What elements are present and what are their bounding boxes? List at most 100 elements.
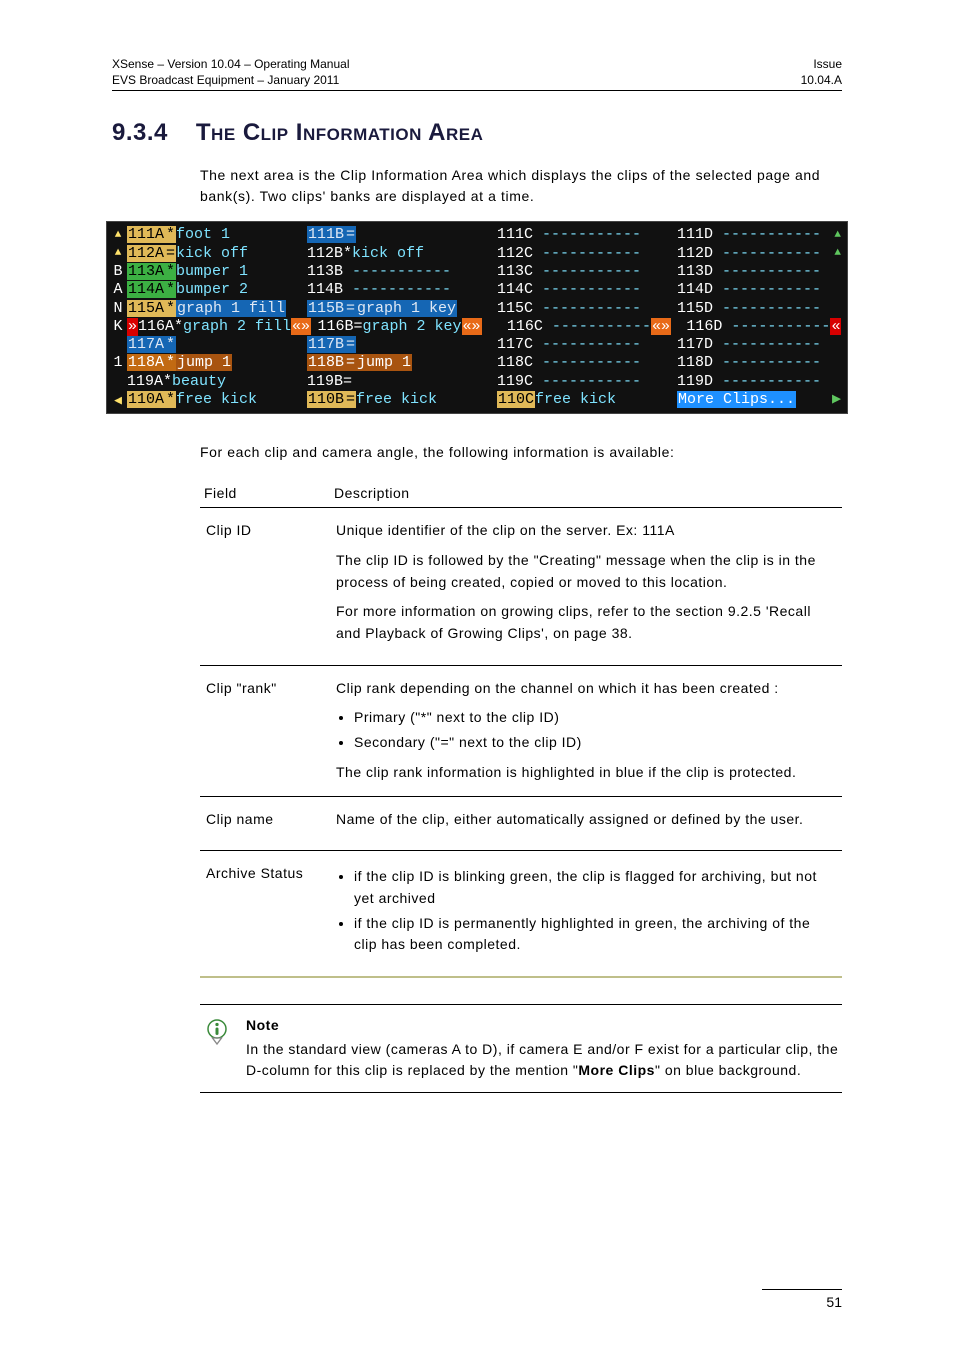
clip-id: 117C — [497, 336, 533, 353]
clip-cell-C[interactable]: 119C ----------- — [497, 373, 677, 391]
clip-cell-D[interactable]: 117D ----------- — [677, 336, 841, 354]
clip-marker-icon: « — [830, 318, 841, 335]
clip-cell-C[interactable]: 118C ----------- — [497, 354, 677, 372]
clip-cell-D[interactable]: 111D ----------- — [677, 226, 823, 244]
clip-cell-C[interactable]: 113C ----------- — [497, 263, 677, 281]
clip-cell-B[interactable]: 110B=free kick — [307, 391, 497, 409]
description-paragraph: The clip rank information is highlighted… — [336, 762, 836, 784]
clip-cell-B[interactable]: 116B=graph 2 key«» — [317, 318, 506, 336]
clip-cell-B[interactable]: 115B=graph 1 key — [307, 300, 497, 318]
empty-dashes: ----------- — [533, 281, 641, 298]
clip-cell-D[interactable]: 113D ----------- — [677, 263, 841, 281]
row-nav-icon[interactable]: ▲ — [823, 226, 841, 244]
clip-cell-D[interactable]: 119D ----------- — [677, 373, 841, 391]
row-nav-icon[interactable]: ▲ — [823, 245, 841, 263]
clip-cell-C[interactable]: 115C ----------- — [497, 300, 677, 318]
page-header: XSense – Version 10.04 – Operating Manua… — [112, 56, 842, 91]
clip-row: B113A*bumper 1113B -----------113C -----… — [109, 263, 841, 281]
clip-name: free kick — [176, 391, 257, 408]
clip-cell-A[interactable]: 119A*beauty — [127, 373, 307, 391]
clip-name: bumper 2 — [176, 281, 248, 298]
header-right: Issue 10.04.A — [801, 56, 842, 88]
clip-id: 118C — [497, 354, 533, 371]
clip-name: beauty — [172, 373, 226, 390]
clip-rank: = — [345, 391, 356, 408]
clip-cell-B[interactable]: 112B*kick off — [307, 245, 497, 263]
info-icon — [202, 1017, 232, 1047]
clip-cell-C[interactable]: 112C ----------- — [497, 245, 677, 263]
clip-cell-C[interactable]: 111C ----------- — [497, 226, 677, 244]
clip-cell-A[interactable]: 116A*graph 2 fill«» — [138, 318, 317, 336]
clip-cell-D[interactable]: More Clips... — [677, 391, 823, 409]
clip-cell-B[interactable]: 114B ----------- — [307, 281, 497, 299]
clip-cell-B[interactable]: 119B= — [307, 373, 497, 391]
empty-dashes: ----------- — [713, 354, 821, 371]
clip-name: jump 1 — [176, 354, 232, 371]
clip-cell-B[interactable]: 118B=jump 1 — [307, 354, 497, 372]
col-header-field: Field — [200, 477, 330, 508]
description-paragraph: The clip ID is followed by the "Creating… — [336, 550, 836, 593]
clip-id: 116D — [686, 318, 722, 335]
product-title: XSense – Version 10.04 – Operating Manua… — [112, 56, 350, 72]
clip-cell-C[interactable]: 110Cfree kick — [497, 391, 677, 409]
clip-id: 117A — [127, 336, 165, 353]
row-gutter-icon: ◀ — [109, 391, 127, 409]
clip-name: kick off — [352, 245, 424, 262]
bullet-list: if the clip ID is blinking green, the cl… — [336, 866, 836, 956]
clip-row: K»116A*graph 2 fill«»116B=graph 2 key«»1… — [109, 318, 841, 336]
note-text: Note In the standard view (cameras A to … — [246, 1015, 842, 1082]
list-item: Secondary ("=" next to the clip ID) — [354, 732, 836, 754]
clip-cell-C[interactable]: 114C ----------- — [497, 281, 677, 299]
clip-cell-B[interactable]: 117B= — [307, 336, 497, 354]
field-name: Clip ID — [200, 508, 330, 665]
row-nav-icon[interactable]: ▶ — [823, 391, 841, 409]
empty-dashes: ----------- — [343, 281, 451, 298]
clip-cell-D[interactable]: 118D ----------- — [677, 354, 841, 372]
clip-id: 116A — [138, 318, 174, 335]
clip-row: A114A*bumper 2114B -----------114C -----… — [109, 281, 841, 299]
clip-id: 112A — [127, 245, 165, 262]
clip-cell-B[interactable]: 113B ----------- — [307, 263, 497, 281]
table-row: Clip "rank"Clip rank depending on the ch… — [200, 665, 842, 796]
company-date: EVS Broadcast Equipment – January 2011 — [112, 72, 350, 88]
clip-cell-A[interactable]: 117A* — [127, 336, 307, 354]
clip-cell-A[interactable]: 115A*graph 1 fill — [127, 300, 307, 318]
clip-rank: * — [165, 391, 176, 408]
clip-name: graph 2 fill — [183, 318, 291, 335]
fields-table: Field Description Clip IDUnique identifi… — [200, 477, 842, 976]
clip-rank: = — [345, 300, 356, 317]
empty-dashes: ----------- — [533, 245, 641, 262]
clip-cell-D[interactable]: 115D ----------- — [677, 300, 841, 318]
clip-id: 111B — [307, 226, 345, 243]
clip-cell-D[interactable]: 112D ----------- — [677, 245, 823, 263]
row-gutter-icon — [109, 336, 127, 354]
clip-cell-A[interactable]: 112A=kick off — [127, 245, 307, 263]
section-heading: 9.3.4 The Clip Information Area — [112, 119, 842, 147]
col-header-description: Description — [330, 477, 842, 508]
clip-cell-A[interactable]: 114A*bumper 2 — [127, 281, 307, 299]
row-gutter-icon: ▲ — [109, 226, 127, 244]
clip-cell-B[interactable]: 111B= — [307, 226, 497, 244]
clip-rank: = — [345, 354, 356, 371]
more-clips-label[interactable]: More Clips... — [677, 391, 796, 408]
clip-id: 116B — [317, 318, 353, 335]
clip-rank: = — [165, 245, 176, 262]
clip-cell-A[interactable]: 113A*bumper 1 — [127, 263, 307, 281]
clip-cell-A[interactable]: 110A*free kick — [127, 391, 307, 409]
clip-id: 114D — [677, 281, 713, 298]
clip-cell-D[interactable]: 114D ----------- — [677, 281, 841, 299]
clip-id: 119D — [677, 373, 713, 390]
clip-row: 117A* 117B= 117C -----------117D -------… — [109, 336, 841, 354]
field-description: Name of the clip, either automatically a… — [330, 796, 842, 851]
clip-cell-D[interactable]: 116D -----------« — [686, 318, 841, 336]
clip-cell-A[interactable]: 111A*foot 1 — [127, 226, 307, 244]
clip-cell-C[interactable]: 116C -----------«» — [507, 318, 686, 336]
clip-cell-C[interactable]: 117C ----------- — [497, 336, 677, 354]
clip-id: 118B — [307, 354, 345, 371]
fields-table-wrap: Field Description Clip IDUnique identifi… — [200, 477, 842, 978]
empty-dashes: ----------- — [722, 318, 830, 335]
section-number: 9.3.4 — [112, 119, 168, 147]
clip-cell-A[interactable]: 118A*jump 1 — [127, 354, 307, 372]
empty-dashes: ----------- — [713, 245, 821, 262]
clip-rank: = — [343, 373, 352, 390]
